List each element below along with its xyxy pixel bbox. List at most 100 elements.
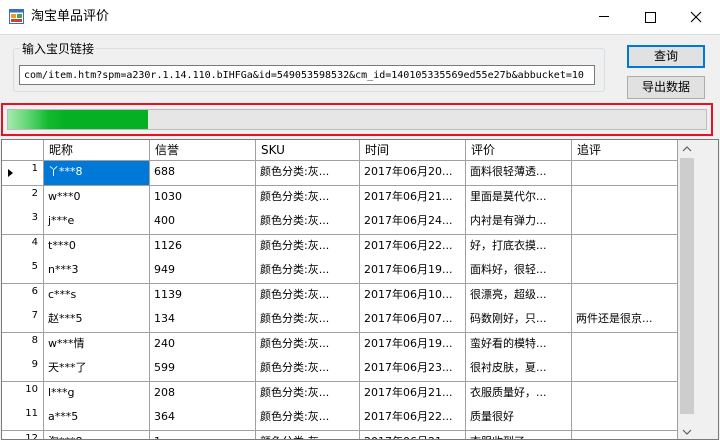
grid-cell[interactable]: 2017年06月21... xyxy=(360,185,466,211)
minimize-button[interactable] xyxy=(581,0,627,34)
grid-cell[interactable]: 2017年06月07... xyxy=(360,308,466,333)
grid-cell[interactable] xyxy=(572,381,678,407)
grid-cell[interactable]: 1126 xyxy=(150,234,256,260)
grid-cell[interactable]: 2017年06月21... xyxy=(360,381,466,407)
row-header[interactable]: 5 xyxy=(2,259,44,284)
grid-cell[interactable]: 2017年06月20... xyxy=(360,161,466,186)
grid-cell[interactable]: 赵***5 xyxy=(44,308,150,333)
grid-cell[interactable]: 颜色分类:灰... xyxy=(256,234,360,260)
grid-cell[interactable]: n***3 xyxy=(44,259,150,284)
grid-cell[interactable]: 面料很轻薄透... xyxy=(466,161,572,186)
url-input[interactable]: com/item.htm?spm=a230r.1.14.110.bIHFGa&i… xyxy=(19,65,595,85)
grid-cell[interactable] xyxy=(572,161,678,186)
grid-cell[interactable] xyxy=(572,185,678,211)
grid-cell[interactable]: j***e xyxy=(44,210,150,235)
grid-cell[interactable] xyxy=(572,430,678,439)
grid-cell[interactable]: t***0 xyxy=(44,234,150,260)
maximize-button[interactable] xyxy=(627,0,673,34)
grid-cell[interactable]: 淘***8 xyxy=(44,430,150,439)
grid-cell[interactable]: l***g xyxy=(44,381,150,407)
grid-cell[interactable]: a***5 xyxy=(44,406,150,431)
row-header[interactable]: 7 xyxy=(2,308,44,333)
column-header[interactable]: 时间 xyxy=(360,140,466,161)
column-header[interactable]: 信誉 xyxy=(150,140,256,161)
grid-cell[interactable]: w***情 xyxy=(44,332,150,358)
grid-cell[interactable]: c***s xyxy=(44,283,150,309)
grid-cell[interactable]: 2017年06月23... xyxy=(360,357,466,382)
row-header[interactable]: 9 xyxy=(2,357,44,382)
grid-cell[interactable] xyxy=(572,406,678,431)
scroll-up-icon[interactable] xyxy=(678,140,718,157)
scroll-down-icon[interactable] xyxy=(678,424,696,440)
grid-cell[interactable]: 1139 xyxy=(150,283,256,309)
grid-cell[interactable]: 2017年06月22... xyxy=(360,234,466,260)
grid-cell[interactable]: 很衬皮肤，夏... xyxy=(466,357,572,382)
close-button[interactable] xyxy=(673,0,719,34)
vertical-scrollbar[interactable] xyxy=(678,140,718,440)
grid-cell[interactable]: 240 xyxy=(150,332,256,358)
row-header[interactable]: 3 xyxy=(2,210,44,235)
grid-cell[interactable]: 蛮好看的模特... xyxy=(466,332,572,358)
row-header[interactable]: 11 xyxy=(2,406,44,431)
row-header[interactable]: 8 xyxy=(2,332,44,358)
grid-cell[interactable] xyxy=(572,259,678,284)
grid-cell[interactable]: 2017年06月10... xyxy=(360,283,466,309)
grid-cell[interactable] xyxy=(572,332,678,358)
grid-cell[interactable]: 2017年06月21... xyxy=(360,430,466,439)
grid-cell[interactable]: 颜色分类:灰... xyxy=(256,430,360,439)
row-header[interactable]: 4 xyxy=(2,234,44,260)
row-header[interactable]: 1 xyxy=(2,161,44,186)
grid-cell[interactable]: 两件还是很京... xyxy=(572,308,678,333)
column-header[interactable]: SKU xyxy=(256,140,360,161)
export-button[interactable]: 导出数据 xyxy=(627,76,705,99)
grid-cell[interactable]: w***0 xyxy=(44,185,150,211)
grid-cell[interactable]: 衣服质量好，... xyxy=(466,381,572,407)
grid-cell[interactable]: 面料好，很轻... xyxy=(466,259,572,284)
grid-cell[interactable]: 2017年06月24... xyxy=(360,210,466,235)
grid-cell[interactable]: 688 xyxy=(150,161,256,186)
row-header[interactable]: 12 xyxy=(2,430,44,439)
grid-cell[interactable] xyxy=(572,357,678,382)
grid-cell[interactable]: 2017年06月19... xyxy=(360,332,466,358)
query-button[interactable]: 查询 xyxy=(627,45,705,68)
row-header[interactable]: 6 xyxy=(2,283,44,309)
grid-cell[interactable]: 2017年06月19... xyxy=(360,259,466,284)
grid-cell[interactable]: 208 xyxy=(150,381,256,407)
grid-cell[interactable] xyxy=(572,210,678,235)
grid-cell[interactable]: 1030 xyxy=(150,185,256,211)
grid-cell[interactable]: 码数刚好，只... xyxy=(466,308,572,333)
grid-cell[interactable]: 400 xyxy=(150,210,256,235)
grid-cell[interactable] xyxy=(572,234,678,260)
grid-corner-cell[interactable] xyxy=(2,140,44,161)
grid-cell[interactable]: 颜色分类:灰... xyxy=(256,308,360,333)
grid-cell[interactable]: 质量很好 xyxy=(466,406,572,431)
column-header[interactable]: 昵称 xyxy=(44,140,150,161)
grid-cell[interactable]: 颜色分类:灰... xyxy=(256,283,360,309)
grid-cell[interactable]: 134 xyxy=(150,308,256,333)
grid-cell[interactable]: 好，打底衣摸... xyxy=(466,234,572,260)
grid-cell[interactable]: 599 xyxy=(150,357,256,382)
grid-cell[interactable]: 颜色分类:灰... xyxy=(256,357,360,382)
row-header[interactable]: 10 xyxy=(2,381,44,407)
grid-cell[interactable]: 949 xyxy=(150,259,256,284)
grid-cell[interactable]: 内衬是有弹力... xyxy=(466,210,572,235)
grid-cell[interactable]: 364 xyxy=(150,406,256,431)
grid-cell[interactable]: 颜色分类:灰... xyxy=(256,161,360,186)
grid-cell[interactable]: 颜色分类:灰... xyxy=(256,259,360,284)
grid-cell[interactable]: 天***了 xyxy=(44,357,150,382)
grid-cell[interactable]: 衣服收到了... xyxy=(466,430,572,439)
scrollbar-thumb[interactable] xyxy=(680,158,694,414)
grid-cell[interactable]: 颜色分类:灰... xyxy=(256,185,360,211)
grid-cell[interactable]: 丫***8 xyxy=(44,161,150,186)
grid-cell[interactable] xyxy=(572,283,678,309)
column-header[interactable]: 评价 xyxy=(466,140,572,161)
grid-cell[interactable]: 2017年06月22... xyxy=(360,406,466,431)
grid-cell[interactable]: 1 xyxy=(150,430,256,439)
grid-cell[interactable]: 颜色分类:灰... xyxy=(256,210,360,235)
grid-cell[interactable]: 颜色分类:灰... xyxy=(256,332,360,358)
grid-cell[interactable]: 颜色分类:灰... xyxy=(256,406,360,431)
grid-cell[interactable]: 里面是莫代尔... xyxy=(466,185,572,211)
grid-cell[interactable]: 很漂亮，超级... xyxy=(466,283,572,309)
row-header[interactable]: 2 xyxy=(2,185,44,211)
column-header[interactable]: 追评 xyxy=(572,140,678,161)
